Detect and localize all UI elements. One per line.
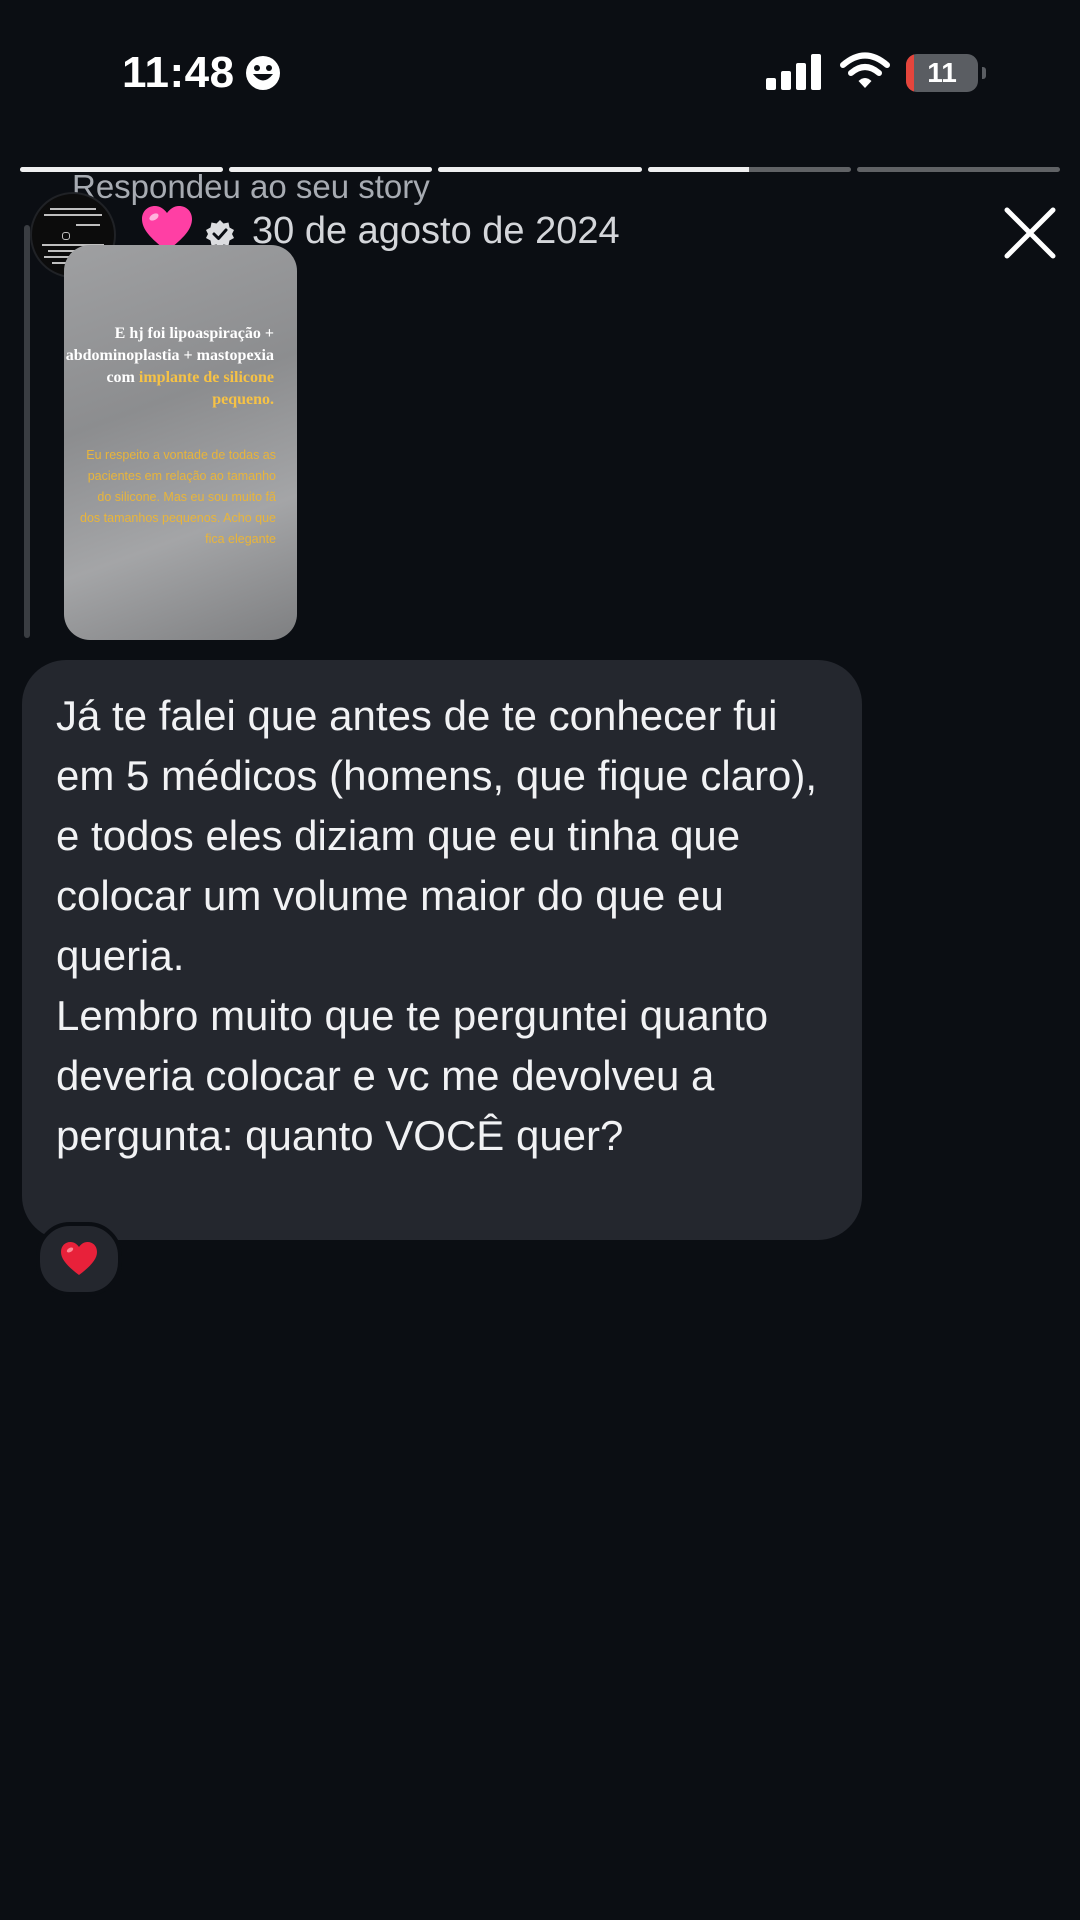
message-reaction[interactable] — [36, 1222, 122, 1296]
battery-tip — [982, 67, 986, 79]
status-bar: 11:48 11 — [0, 0, 1080, 150]
thumbnail-heading-highlight: implante de silicone pequeno. — [138, 369, 274, 408]
smiley-icon — [246, 56, 280, 90]
message-paragraph-1: Já te falei que antes de te conhecer fui… — [56, 692, 818, 979]
story-thumbnail[interactable]: E hj foi lipoaspiração + abdominoplastia… — [64, 245, 297, 640]
wifi-icon — [840, 52, 890, 88]
battery-level: 11 — [927, 57, 957, 88]
thumbnail-body-text: Eu respeito a vontade de todas as pacien… — [80, 448, 276, 546]
story-date: 30 de agosto de 2024 — [252, 210, 620, 252]
cellular-signal-icon — [766, 54, 821, 90]
close-icon[interactable] — [1003, 206, 1057, 260]
story-progress-segment — [647, 167, 851, 172]
status-time: 11:48 — [122, 48, 235, 97]
story-progress-fill — [438, 167, 642, 172]
reply-thread-line — [24, 225, 30, 638]
message-paragraph-2: Lembro muito que te perguntei quanto dev… — [56, 992, 769, 1159]
story-progress-segment — [438, 167, 642, 172]
message-bubble[interactable]: Já te falei que antes de te conhecer fui… — [22, 660, 862, 1240]
story-progress-segment — [856, 167, 1061, 172]
thumbnail-heading: E hj foi lipoaspiração + abdominoplastia… — [64, 323, 274, 411]
replied-to-story-label: Respondeu ao seu story — [72, 168, 430, 205]
battery-body: 11 — [906, 54, 978, 92]
battery-icon: 11 — [906, 54, 986, 92]
story-progress-fill — [647, 167, 750, 172]
red-heart-icon — [61, 1242, 97, 1275]
